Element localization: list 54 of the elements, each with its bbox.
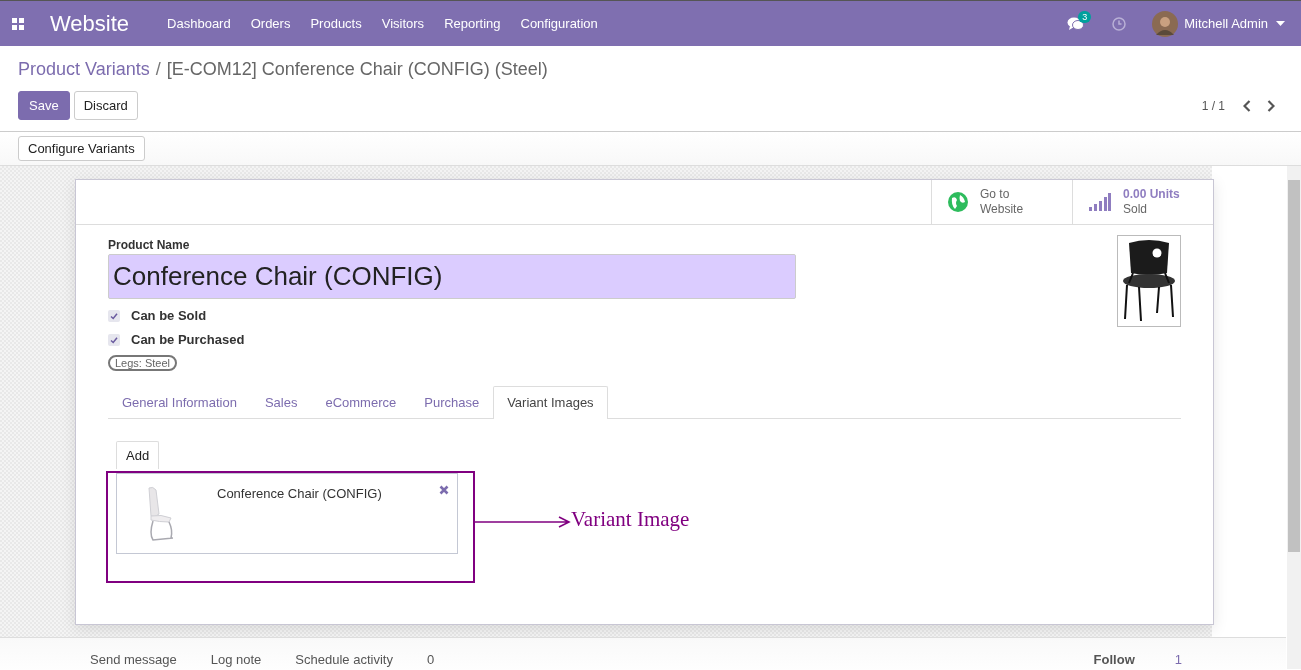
globe-icon [948, 192, 968, 212]
smart-button-value: 0.00 Units [1123, 187, 1180, 202]
chatter-action[interactable]: Log note [210, 652, 262, 670]
tab[interactable]: Purchase [410, 386, 494, 418]
breadcrumb-separator: / [155, 59, 161, 80]
scrollbar[interactable] [1287, 166, 1301, 669]
previous-icon[interactable] [1243, 99, 1251, 112]
add-button[interactable]: Add [116, 441, 160, 469]
caret-icon[interactable] [1276, 21, 1285, 26]
annotation-label: Variant Image [571, 507, 690, 532]
follow-button[interactable]: Follow [1093, 652, 1135, 670]
followers-count[interactable]: 1 [1174, 652, 1182, 670]
breadcrumb-current: [E-COM12] Conference Chair (CONFIG) (Steel) [166, 59, 548, 80]
chatter-action[interactable]: 0 [426, 652, 435, 670]
smart-button-caption: Website [980, 202, 1024, 217]
smart-button-value: Go to [980, 187, 1011, 202]
checkbox[interactable] [108, 333, 120, 346]
menu-item[interactable]: Reporting [434, 16, 511, 31]
configure-variants-button[interactable]: Configure Variants [18, 136, 145, 161]
smart-button[interactable]: Go to Website [931, 180, 1072, 224]
variant-image-card[interactable]: Conference Chair (CONFIG) [116, 473, 458, 554]
field-label: Product Name [108, 238, 191, 252]
app-title: Website [50, 10, 130, 37]
checkbox[interactable] [108, 309, 120, 322]
tab[interactable]: eCommerce [311, 386, 411, 418]
menu-item[interactable]: Configuration [510, 16, 608, 31]
message-count-badge: 3 [1078, 10, 1092, 23]
chatter-action[interactable]: Schedule activity [295, 652, 393, 670]
checkbox-label: Can be Sold [131, 308, 207, 323]
next-icon[interactable] [1267, 99, 1275, 112]
bar-chart-icon [1089, 193, 1111, 211]
attribute-tag: Legs: Steel [108, 355, 178, 371]
menu-item[interactable]: Visitors [371, 16, 435, 31]
apps-menu-icon[interactable] [12, 17, 24, 30]
tab[interactable]: Variant Images [493, 386, 608, 419]
chatter-action[interactable]: Send message [90, 652, 177, 670]
checkbox-label: Can be Purchased [131, 332, 245, 347]
menu-item[interactable]: Orders [240, 16, 301, 31]
smart-button-caption: Sold [1123, 202, 1149, 217]
tab[interactable]: General Information [108, 386, 251, 418]
user-name[interactable]: Mitchell Admin [1184, 16, 1268, 31]
scrollbar-thumb[interactable] [1288, 180, 1300, 552]
user-avatar [1152, 10, 1179, 37]
save-button[interactable]: Save [18, 91, 70, 120]
product-name-field[interactable]: Conference Chair (CONFIG) [108, 254, 796, 299]
menu-item[interactable]: Products [300, 16, 372, 31]
smart-button[interactable]: 0.00 Units Sold [1072, 180, 1213, 224]
discard-button[interactable]: Discard [73, 91, 138, 120]
menu-item[interactable]: Dashboard [157, 16, 241, 31]
tab[interactable]: Sales [250, 386, 312, 418]
pager-counter: 1 / 1 [1201, 98, 1225, 113]
delete-icon[interactable] [439, 485, 449, 495]
breadcrumb-link[interactable]: Product Variants [18, 59, 150, 80]
variant-image-name: Conference Chair (CONFIG) [217, 486, 383, 501]
